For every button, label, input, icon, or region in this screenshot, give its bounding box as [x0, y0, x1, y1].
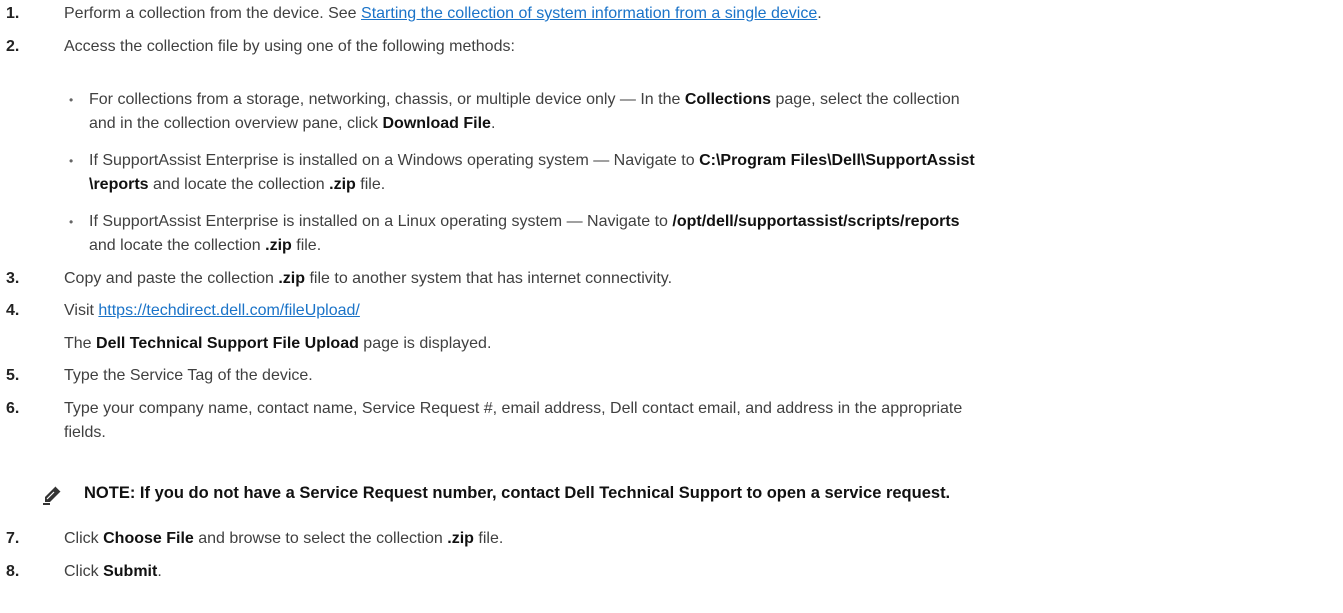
text: Download File [382, 115, 491, 132]
text: . [817, 5, 822, 22]
text: .zip [265, 237, 292, 254]
text: Collections [684, 91, 772, 108]
text: file. [473, 530, 504, 547]
file-upload-link[interactable]: https://techdirect.dell.com/fileUpload/ [98, 302, 359, 319]
text: . [157, 563, 162, 580]
text: .zip [329, 176, 356, 193]
method-line: For collections from a storage, networki… [89, 90, 1337, 110]
step-text: Perform a collection from the device. Se… [64, 4, 1337, 24]
step-text: The Dell Technical Support File Upload p… [64, 334, 1337, 354]
text: and locate the collection [148, 176, 330, 193]
method-line: \reports and locate the collection .zip … [89, 175, 1337, 195]
text: .zip [278, 270, 306, 287]
step-text: Click Choose File and browse to select t… [64, 529, 1337, 549]
note-text: NOTE: If you do not have a Service Reque… [84, 484, 951, 502]
text: The [64, 335, 97, 352]
text: and locate the collection [89, 237, 266, 254]
bullet-icon: • [69, 215, 74, 229]
note-pencil-icon [43, 485, 62, 505]
text: Submit [103, 563, 158, 580]
bullet-icon: • [69, 154, 74, 168]
text: Dell Technical Support File Upload [96, 335, 359, 352]
text: Click [64, 530, 104, 547]
text: If SupportAssist Enterprise is installed… [89, 152, 700, 169]
text: Click [64, 563, 104, 580]
collection-link[interactable]: Starting the collection of system inform… [361, 5, 817, 22]
text: file. [291, 237, 322, 254]
text: C:\Program Files\Dell\SupportAssist [699, 152, 975, 169]
text: /opt/dell/supportassist/scripts/reports [672, 213, 960, 230]
step-number: 5. [6, 367, 20, 384]
text: . [490, 115, 496, 132]
text: file to another system that has internet… [305, 270, 673, 287]
text: Choose File [103, 530, 194, 547]
text: Visit [64, 302, 99, 319]
step-number: 7. [6, 530, 20, 547]
step-text: Access the collection file by using one … [64, 38, 515, 55]
step-number: 6. [6, 400, 20, 417]
step-text: Click Submit. [64, 562, 1337, 582]
method-line: If SupportAssist Enterprise is installed… [89, 151, 1337, 171]
step-text: Copy and paste the collection .zip file … [64, 269, 1337, 289]
step-text: Type the Service Tag of the device. [64, 367, 313, 384]
method-line: and locate the collection .zip file. [89, 236, 1337, 256]
text: \reports [89, 176, 149, 193]
text: Perform a collection from the device. Se… [64, 5, 362, 22]
text: .zip [447, 530, 474, 547]
document: 1. Perform a collection from the device.… [0, 0, 1343, 613]
text: For collections from a storage, networki… [89, 91, 685, 108]
text: page is displayed. [358, 335, 492, 352]
step-number: 3. [6, 270, 20, 287]
step-text: fields. [64, 424, 106, 441]
step-number: 8. [6, 563, 20, 580]
bullet-icon: • [69, 93, 74, 107]
method-line: If SupportAssist Enterprise is installed… [89, 212, 1337, 232]
text: and browse to select the collection [193, 530, 448, 547]
step-text: Visit https://techdirect.dell.com/fileUp… [64, 301, 1337, 321]
note: NOTE: If you do not have a Service Reque… [42, 482, 1337, 508]
text: and in the collection overview pane, cli… [89, 115, 383, 132]
text: page, select the collection [771, 91, 960, 108]
text: If SupportAssist Enterprise is installed… [89, 213, 673, 230]
step-number: 4. [6, 302, 20, 319]
step-number: 1. [6, 5, 20, 22]
step-text: Type your company name, contact name, Se… [64, 400, 963, 417]
text: Copy and paste the collection [64, 270, 279, 287]
step-number: 2. [6, 38, 20, 55]
text: file. [355, 176, 386, 193]
method-line: and in the collection overview pane, cli… [89, 114, 1337, 134]
